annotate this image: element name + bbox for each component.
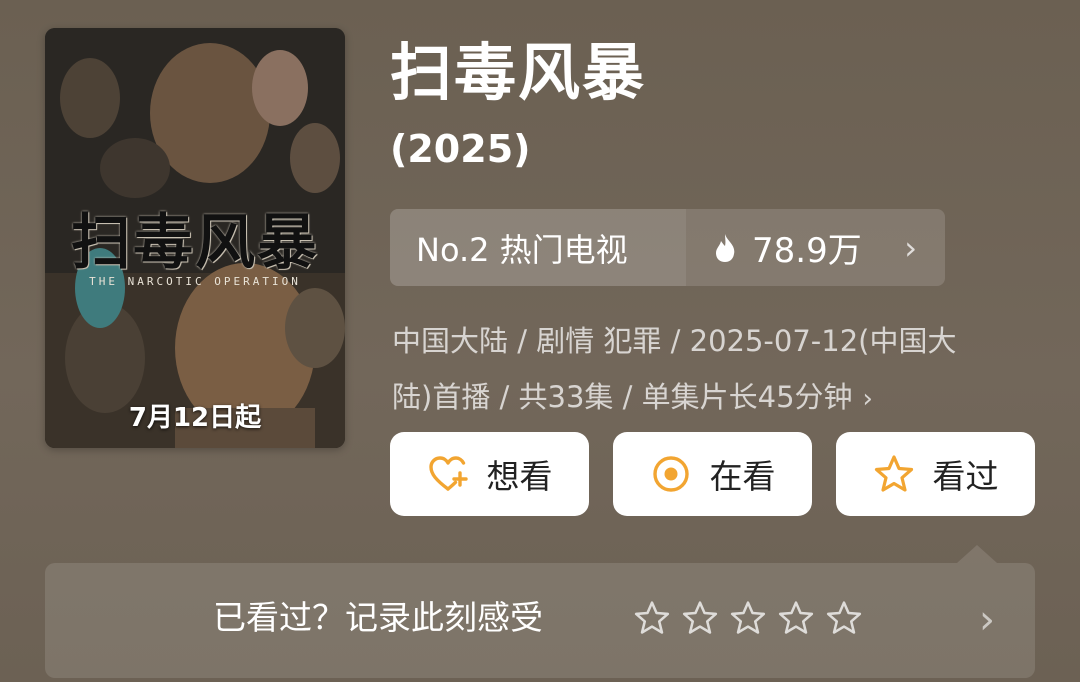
rating-prompt: 已看过？记录此刻感受 [213, 598, 543, 637]
rank-label: No.2 热门电视 [390, 209, 686, 286]
star-outline-icon [874, 455, 913, 492]
star-outline-icon[interactable] [825, 599, 863, 637]
flame-icon [716, 233, 735, 262]
meta-line-2: 陆)首播 / 共33集 / 单集片长45分钟 › [392, 369, 1022, 427]
heart-plus-icon [428, 456, 468, 491]
watching-label: 在看 [709, 457, 776, 496]
star-outline-icon[interactable] [633, 599, 671, 637]
meta-line-1: 中国大陆 / 剧情 犯罪 / 2025-07-12(中国大 [392, 324, 957, 358]
meta-info[interactable]: 中国大陆 / 剧情 犯罪 / 2025-07-12(中国大 陆)首播 / 共33… [392, 313, 1022, 427]
heat-section: 78.9万 › [686, 209, 945, 286]
watched-label: 看过 [932, 457, 999, 496]
ranking-pill[interactable]: No.2 热门电视 78.9万 › [390, 209, 945, 286]
action-buttons: 想看 在看 看过 [390, 432, 1035, 516]
poster-image[interactable]: 扫毒风暴 THE NARCOTIC OPERATION 7月12日起 [45, 28, 345, 448]
poster-date-art: 7月12日起 [128, 403, 262, 433]
rating-card[interactable]: 已看过？记录此刻感受 › [45, 545, 1035, 678]
star-outline-icon[interactable] [777, 599, 815, 637]
release-year: (2025) [390, 127, 531, 171]
poster-title-art: 扫毒风暴 [71, 208, 319, 278]
rating-stars[interactable] [633, 599, 863, 637]
meta-line-2-text: 陆)首播 / 共33集 / 单集片长45分钟 [392, 380, 853, 414]
heat-value: 78.9万 [752, 231, 862, 271]
chevron-right-icon: › [979, 597, 995, 643]
poster-subtitle-art: THE NARCOTIC OPERATION [89, 275, 301, 288]
watched-button[interactable]: 看过 [836, 432, 1035, 516]
card-notch [957, 545, 997, 563]
watching-button[interactable]: 在看 [613, 432, 812, 516]
want-to-watch-button[interactable]: 想看 [390, 432, 589, 516]
want-to-watch-label: 想看 [486, 457, 553, 496]
star-outline-icon[interactable] [729, 599, 767, 637]
chevron-right-icon: › [904, 228, 917, 267]
page-title: 扫毒风暴 [390, 36, 647, 109]
star-outline-icon[interactable] [681, 599, 719, 637]
chevron-right-icon: › [862, 384, 873, 414]
target-circle-icon [652, 456, 689, 492]
subject-header: 扫毒风暴 THE NARCOTIC OPERATION 7月12日起 扫毒风暴 … [0, 0, 1080, 682]
